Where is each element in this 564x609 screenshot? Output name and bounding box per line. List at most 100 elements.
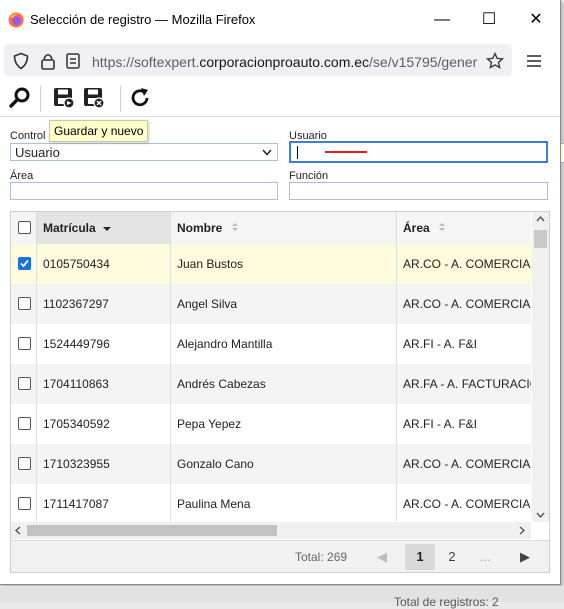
spellcheck-underline: [325, 151, 367, 153]
page-1-button[interactable]: 1: [405, 544, 435, 570]
parent-status-bar: Total de registros: 2: [0, 586, 564, 609]
cell-matricula: 1102367297: [37, 284, 171, 324]
url-text[interactable]: https://softexpert.corporacionproauto.co…: [92, 54, 482, 70]
row-checkbox[interactable]: [18, 377, 31, 390]
select-all-checkbox[interactable]: [18, 221, 31, 234]
toolbar-divider: [40, 86, 41, 112]
cell-matricula: 0105750434: [37, 244, 171, 284]
star-icon[interactable]: [486, 52, 504, 70]
table-row[interactable]: 1102367297 Angel Silva AR.CO - A. COMERCIA…: [11, 284, 531, 325]
checkmark-icon: [20, 259, 29, 268]
column-header-matricula[interactable]: Matrícula: [37, 212, 171, 244]
total-count: Total: 269: [295, 550, 348, 564]
cell-area: AR.CO - A. COMERCIAL: [403, 497, 531, 511]
search-icon[interactable]: [8, 86, 32, 110]
prev-page-button[interactable]: ◀: [367, 544, 397, 570]
cell-matricula: 1524449796: [37, 324, 171, 364]
records-grid: Matrícula Nombre Área 0105750434 Juan Bus…: [10, 211, 550, 573]
control-label: Control: [10, 130, 46, 142]
close-window-button[interactable]: ✕: [522, 8, 550, 32]
sort-icon: [439, 223, 446, 231]
row-select-cell: [11, 244, 37, 284]
row-select-cell: [11, 324, 37, 364]
lock-icon[interactable]: [40, 52, 56, 70]
firefox-icon: [8, 12, 24, 28]
save-and-new-tooltip: Guardar y nuevo: [49, 120, 149, 142]
cell-area: AR.CO - A. COMERCIAL: [403, 457, 531, 471]
row-checkbox[interactable]: [18, 297, 31, 310]
cell-nombre: Alejandro Mantilla: [171, 324, 397, 364]
cell-matricula: 1711417087: [37, 484, 171, 524]
page-2-button[interactable]: 2: [437, 544, 467, 570]
horizontal-scroll-thumb[interactable]: [27, 525, 277, 536]
cell-nombre: Juan Bustos: [171, 244, 397, 284]
row-select-cell: [11, 444, 37, 484]
page-ellipsis: ...: [479, 549, 491, 564]
column-header-nombre[interactable]: Nombre: [171, 212, 397, 244]
row-checkbox[interactable]: [18, 337, 31, 350]
cell-area: AR.FI - A. F&I: [403, 337, 478, 351]
toolbar-divider: [120, 86, 121, 112]
shield-icon[interactable]: [12, 52, 30, 70]
area-input[interactable]: [10, 182, 278, 200]
row-select-cell: [11, 404, 37, 444]
menu-icon[interactable]: [526, 54, 542, 68]
row-checkbox[interactable]: [18, 417, 31, 430]
scroll-right-icon[interactable]: [519, 526, 525, 535]
save-and-close-icon[interactable]: [82, 86, 106, 110]
refresh-icon[interactable]: [128, 86, 152, 110]
title-bar: Selección de registro — Mozilla Firefox …: [0, 0, 560, 40]
window-title: Selección de registro — Mozilla Firefox: [30, 12, 256, 27]
column-header-area[interactable]: Área: [397, 212, 531, 244]
funcion-input[interactable]: [289, 182, 548, 200]
cell-area: AR.CO - A. COMERCIAL: [403, 297, 531, 311]
usuario-input[interactable]: [289, 141, 548, 163]
minimize-button[interactable]: —: [428, 8, 456, 32]
row-checkbox[interactable]: [18, 457, 31, 470]
control-select[interactable]: Usuario: [10, 143, 278, 161]
table-row[interactable]: 0105750434 Juan Bustos AR.CO - A. COMERCIA…: [11, 244, 531, 285]
row-select-cell: [11, 364, 37, 404]
pagination-bar: Total: 269 ◀ 1 2 ... ▶: [11, 540, 549, 572]
table-row[interactable]: 1711417087 Paulina Mena AR.CO - A. COMERCI…: [11, 484, 531, 525]
text-cursor: [297, 146, 298, 159]
sort-icon: [231, 223, 238, 231]
horizontal-scrollbar[interactable]: [11, 522, 531, 539]
total-registros: Total de registros: 2: [394, 595, 499, 609]
cell-area: AR.FI - A. F&I: [403, 417, 478, 431]
area-label: Área: [10, 170, 34, 182]
permissions-icon[interactable]: [64, 52, 82, 70]
select-all-cell: [11, 212, 37, 244]
vertical-scrollbar[interactable]: [532, 212, 549, 522]
row-select-cell: [11, 284, 37, 324]
next-page-button[interactable]: ▶: [510, 544, 540, 570]
row-select-cell: [11, 484, 37, 524]
save-and-new-icon[interactable]: [52, 86, 76, 110]
scroll-up-icon[interactable]: [536, 216, 545, 222]
cell-nombre: Andrés Cabezas: [171, 364, 397, 404]
grid-header: Matrícula Nombre Área: [11, 212, 531, 245]
cell-matricula: 1704110863: [37, 364, 171, 404]
scroll-left-icon[interactable]: [15, 526, 21, 535]
cell-area: AR.CO - A. COMERCIAL: [403, 257, 531, 271]
table-row[interactable]: 1524449796 Alejandro Mantilla AR.FI - A. F…: [11, 324, 531, 365]
funcion-label: Función: [289, 170, 329, 182]
popup-window: Selección de registro — Mozilla Firefox …: [0, 0, 561, 585]
row-checkbox[interactable]: [18, 257, 31, 270]
scroll-down-icon[interactable]: [536, 512, 545, 518]
cell-nombre: Angel Silva: [171, 284, 397, 324]
table-row[interactable]: 1710323955 Gonzalo Cano AR.CO - A. COMERCI…: [11, 444, 531, 485]
vertical-scroll-thumb[interactable]: [534, 230, 547, 248]
row-checkbox[interactable]: [18, 497, 31, 510]
table-row[interactable]: 1704110863 Andrés Cabezas AR.FA - A. FACTU…: [11, 364, 531, 405]
cell-area: AR.FA - A. FACTURACIÓ: [403, 377, 531, 391]
cell-matricula: 1710323955: [37, 444, 171, 484]
cell-nombre: Pepa Yepez: [171, 404, 397, 444]
table-row[interactable]: 1705340592 Pepa Yepez AR.FI - A. F&I: [11, 404, 531, 445]
sort-desc-icon: [103, 227, 112, 231]
chevron-down-icon: [262, 149, 272, 156]
cell-nombre: Paulina Mena: [171, 484, 397, 524]
cell-nombre: Gonzalo Cano: [171, 444, 397, 484]
maximize-button[interactable]: ☐: [475, 8, 503, 32]
cell-matricula: 1705340592: [37, 404, 171, 444]
